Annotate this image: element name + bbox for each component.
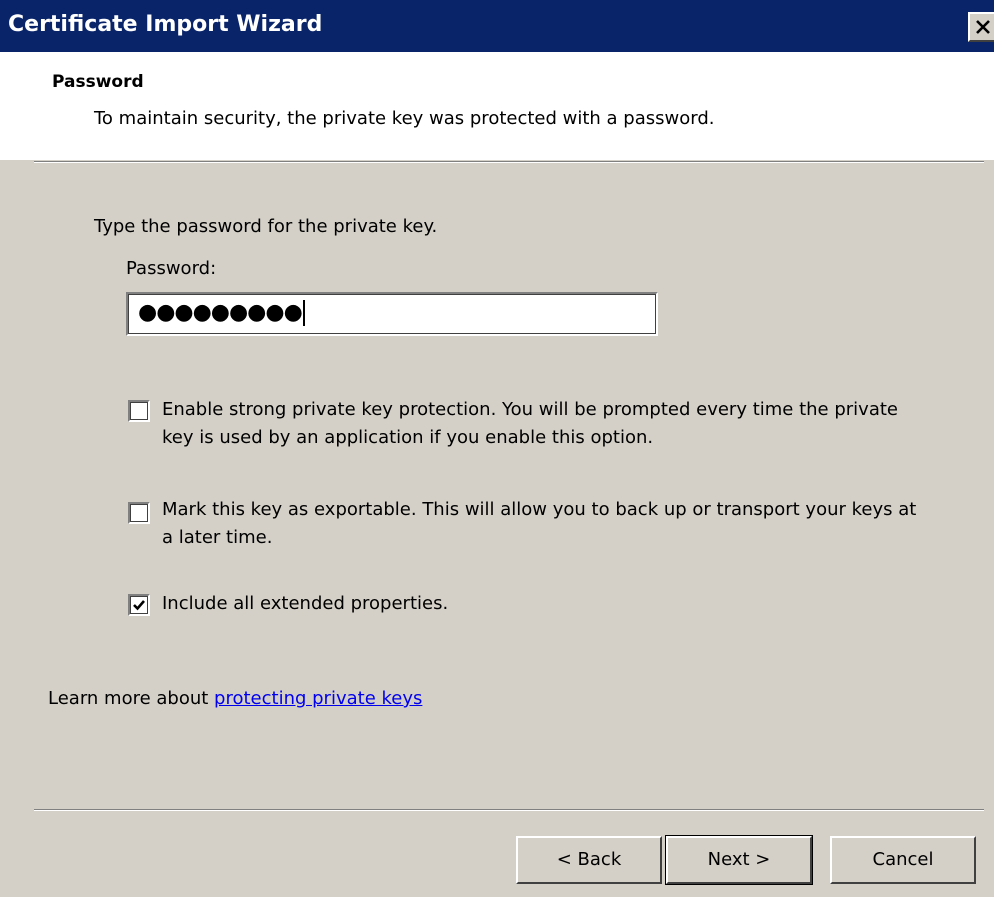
- extended-properties-checkbox[interactable]: [128, 594, 150, 616]
- wizard-header: [0, 52, 994, 160]
- password-masked-value: ●●●●●●●●●: [138, 300, 305, 326]
- password-dots: ●●●●●●●●●: [138, 300, 303, 325]
- exportable-label[interactable]: Mark this key as exportable. This will a…: [162, 496, 922, 552]
- header-separator: [34, 161, 984, 163]
- password-instruction: Type the password for the private key.: [94, 216, 438, 237]
- learn-more-prefix: Learn more about: [48, 688, 215, 709]
- strong-protection-checkbox[interactable]: [128, 400, 150, 422]
- checkmark-icon: [133, 600, 145, 611]
- window-title: Certificate Import Wizard: [8, 12, 323, 37]
- back-button[interactable]: < Back: [516, 836, 662, 884]
- learn-more-text: Learn more about protecting private keys: [48, 688, 422, 709]
- extended-properties-label[interactable]: Include all extended properties.: [162, 590, 922, 618]
- certificate-import-wizard-window: Certificate Import Wizard Password To ma…: [0, 0, 994, 897]
- page-heading: Password: [52, 72, 144, 92]
- exportable-checkbox[interactable]: [128, 502, 150, 524]
- close-button[interactable]: [968, 12, 994, 42]
- next-button[interactable]: Next >: [665, 835, 813, 885]
- footer-separator: [34, 809, 984, 811]
- strong-protection-label[interactable]: Enable strong private key protection. Yo…: [162, 396, 922, 452]
- password-label: Password:: [126, 258, 217, 279]
- close-icon: [976, 20, 990, 34]
- protecting-private-keys-link[interactable]: protecting private keys: [214, 688, 422, 709]
- cancel-button[interactable]: Cancel: [830, 836, 976, 884]
- page-subheading: To maintain security, the private key wa…: [94, 108, 715, 129]
- password-field[interactable]: ●●●●●●●●●: [126, 292, 658, 336]
- text-caret: [302, 300, 305, 326]
- title-bar[interactable]: Certificate Import Wizard: [0, 0, 994, 52]
